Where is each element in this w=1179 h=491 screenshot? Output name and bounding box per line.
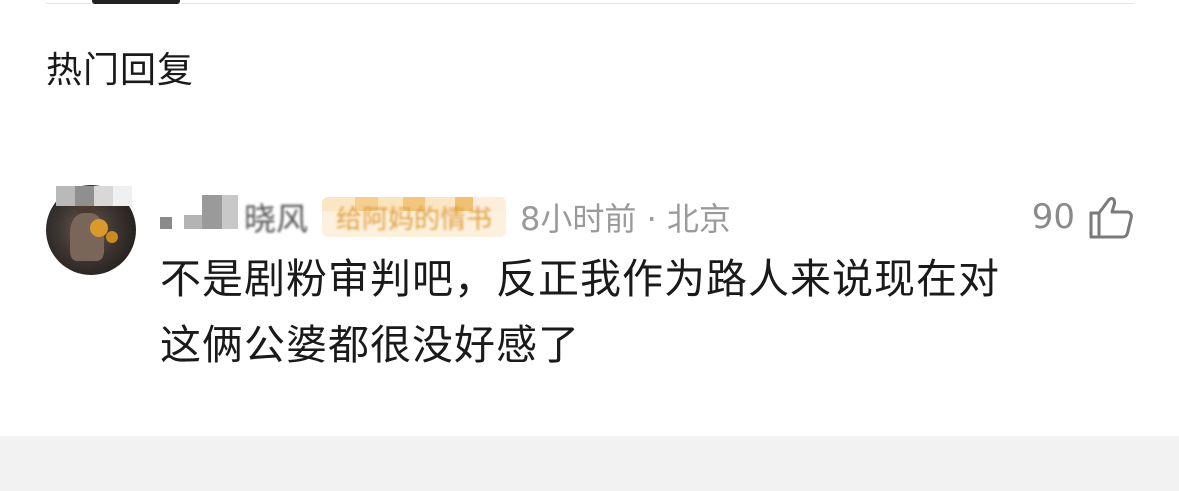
section-title: 热门回复 — [46, 50, 195, 91]
comment-line-2: 这俩公婆都很没好感了 — [160, 321, 580, 369]
avatar-mosaic — [56, 186, 132, 206]
comment-line-1: 不是剧粉审判吧，反正我作为路人来说现在对 — [160, 255, 1000, 303]
like-count: 90 — [1031, 197, 1075, 237]
username-mosaic — [160, 195, 238, 237]
comment-time: 8小时前 — [520, 200, 637, 238]
username[interactable]: 晓风 — [160, 192, 308, 242]
comment-text: 不是剧粉审判吧，反正我作为路人来说现在对 这俩公婆都很没好感了 — [160, 246, 1140, 378]
fan-badge[interactable]: 给阿妈的情书 — [322, 197, 507, 237]
comment-item[interactable]: 晓风 给阿妈的情书 8小时前 · 北京 90 不是剧粉审判吧，反正我作为路人来说… — [0, 180, 1179, 400]
badge-label: 给阿妈的情书 — [336, 204, 493, 235]
thumbs-up-icon[interactable] — [1087, 193, 1135, 241]
meta-separator: · — [646, 200, 657, 238]
comment-meta: 8小时前 · 北京 — [520, 194, 731, 240]
comment-location: 北京 — [666, 200, 731, 238]
top-divider — [46, 3, 1134, 4]
hot-replies-page: 热门回复 晓风 给阿妈的情书 8小时前 · 北京 90 不是剧粉审判吧，反正我作… — [0, 0, 1179, 491]
comment-header: 晓风 给阿妈的情书 8小时前 · 北京 — [160, 192, 731, 242]
bottom-separator-band — [0, 436, 1179, 491]
active-tab-indicator — [92, 0, 180, 4]
like-button[interactable]: 90 — [1032, 190, 1135, 244]
username-text: 晓风 — [244, 200, 309, 238]
